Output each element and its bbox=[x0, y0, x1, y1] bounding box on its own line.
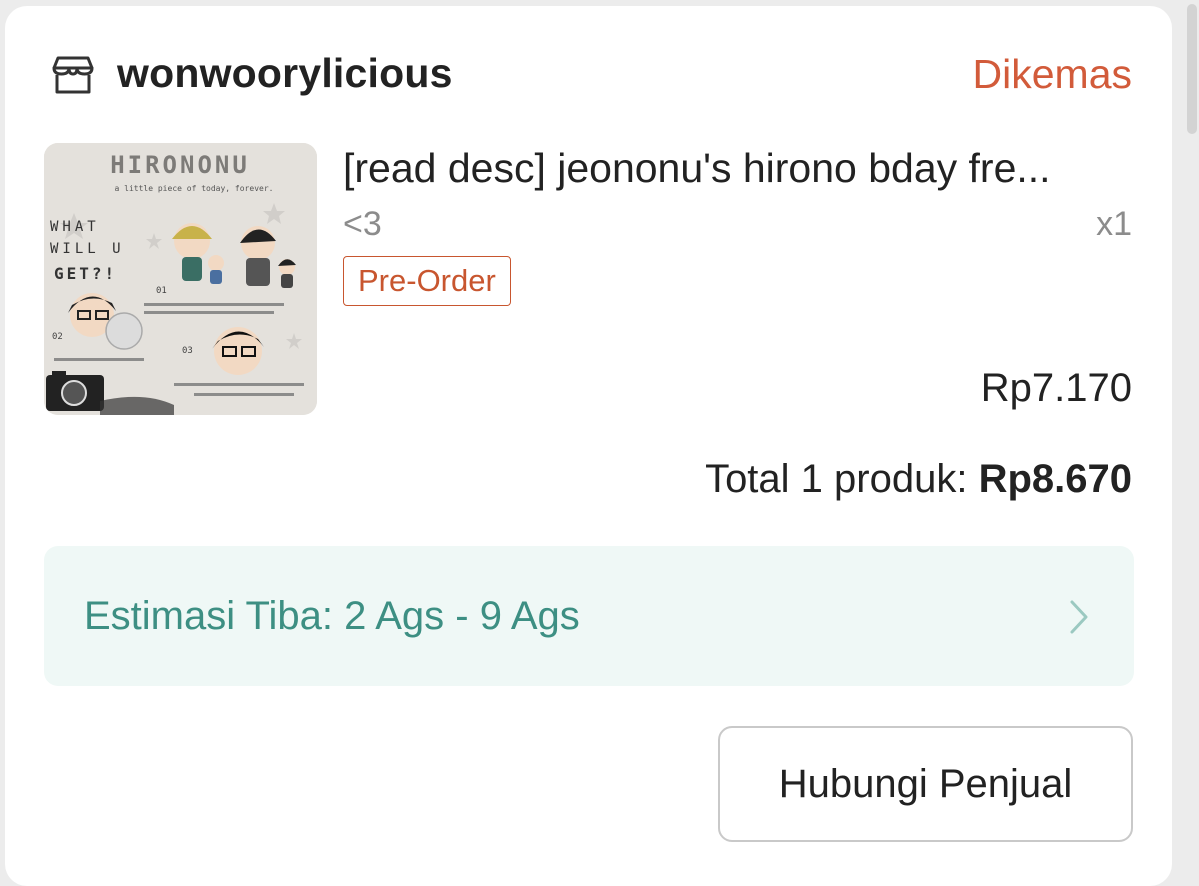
scrollbar-thumb[interactable] bbox=[1187, 4, 1197, 134]
order-status: Dikemas bbox=[972, 51, 1132, 97]
order-total: Total 1 produk: Rp8.670 bbox=[705, 457, 1132, 502]
thumbnail-side-text-2: WILL U bbox=[50, 241, 125, 257]
product-price: Rp7.170 bbox=[980, 366, 1132, 410]
thumbnail-side-text-1: WHAT bbox=[50, 219, 100, 235]
thumbnail-heading: HIRONONU bbox=[110, 151, 250, 179]
shop-name[interactable]: wonwoorylicious bbox=[117, 50, 453, 97]
button-pin-icon bbox=[105, 312, 143, 350]
order-total-amount: Rp8.670 bbox=[978, 457, 1132, 501]
thumbnail-side-text-3: GET?! bbox=[54, 264, 117, 283]
thumbnail-label-1: 01 bbox=[156, 286, 167, 296]
order-total-label: Total 1 produk: bbox=[705, 457, 968, 501]
product-variant: <3 bbox=[343, 205, 382, 243]
store-icon bbox=[52, 56, 94, 94]
product-title[interactable]: [read desc] jeononu's hirono bday fre... bbox=[343, 145, 1133, 192]
delivery-estimate-label: Estimasi Tiba: 2 Ags - 9 Ags bbox=[84, 594, 580, 638]
thumbnail-label-2: 02 bbox=[52, 332, 63, 342]
chevron-right-icon bbox=[1070, 600, 1088, 634]
delivery-estimate-row[interactable]: Estimasi Tiba: 2 Ags - 9 Ags bbox=[44, 546, 1134, 686]
thumbnail-subheading: a little piece of today, forever. bbox=[115, 184, 274, 193]
thumbnail-label-3: 03 bbox=[182, 346, 193, 356]
camera-icon bbox=[46, 371, 104, 411]
contact-seller-button[interactable]: Hubungi Penjual bbox=[718, 726, 1133, 842]
product-quantity: x1 bbox=[1096, 205, 1132, 243]
preorder-badge: Pre-Order bbox=[343, 256, 511, 306]
product-thumbnail[interactable]: HIRONONU a little piece of today, foreve… bbox=[44, 143, 317, 415]
